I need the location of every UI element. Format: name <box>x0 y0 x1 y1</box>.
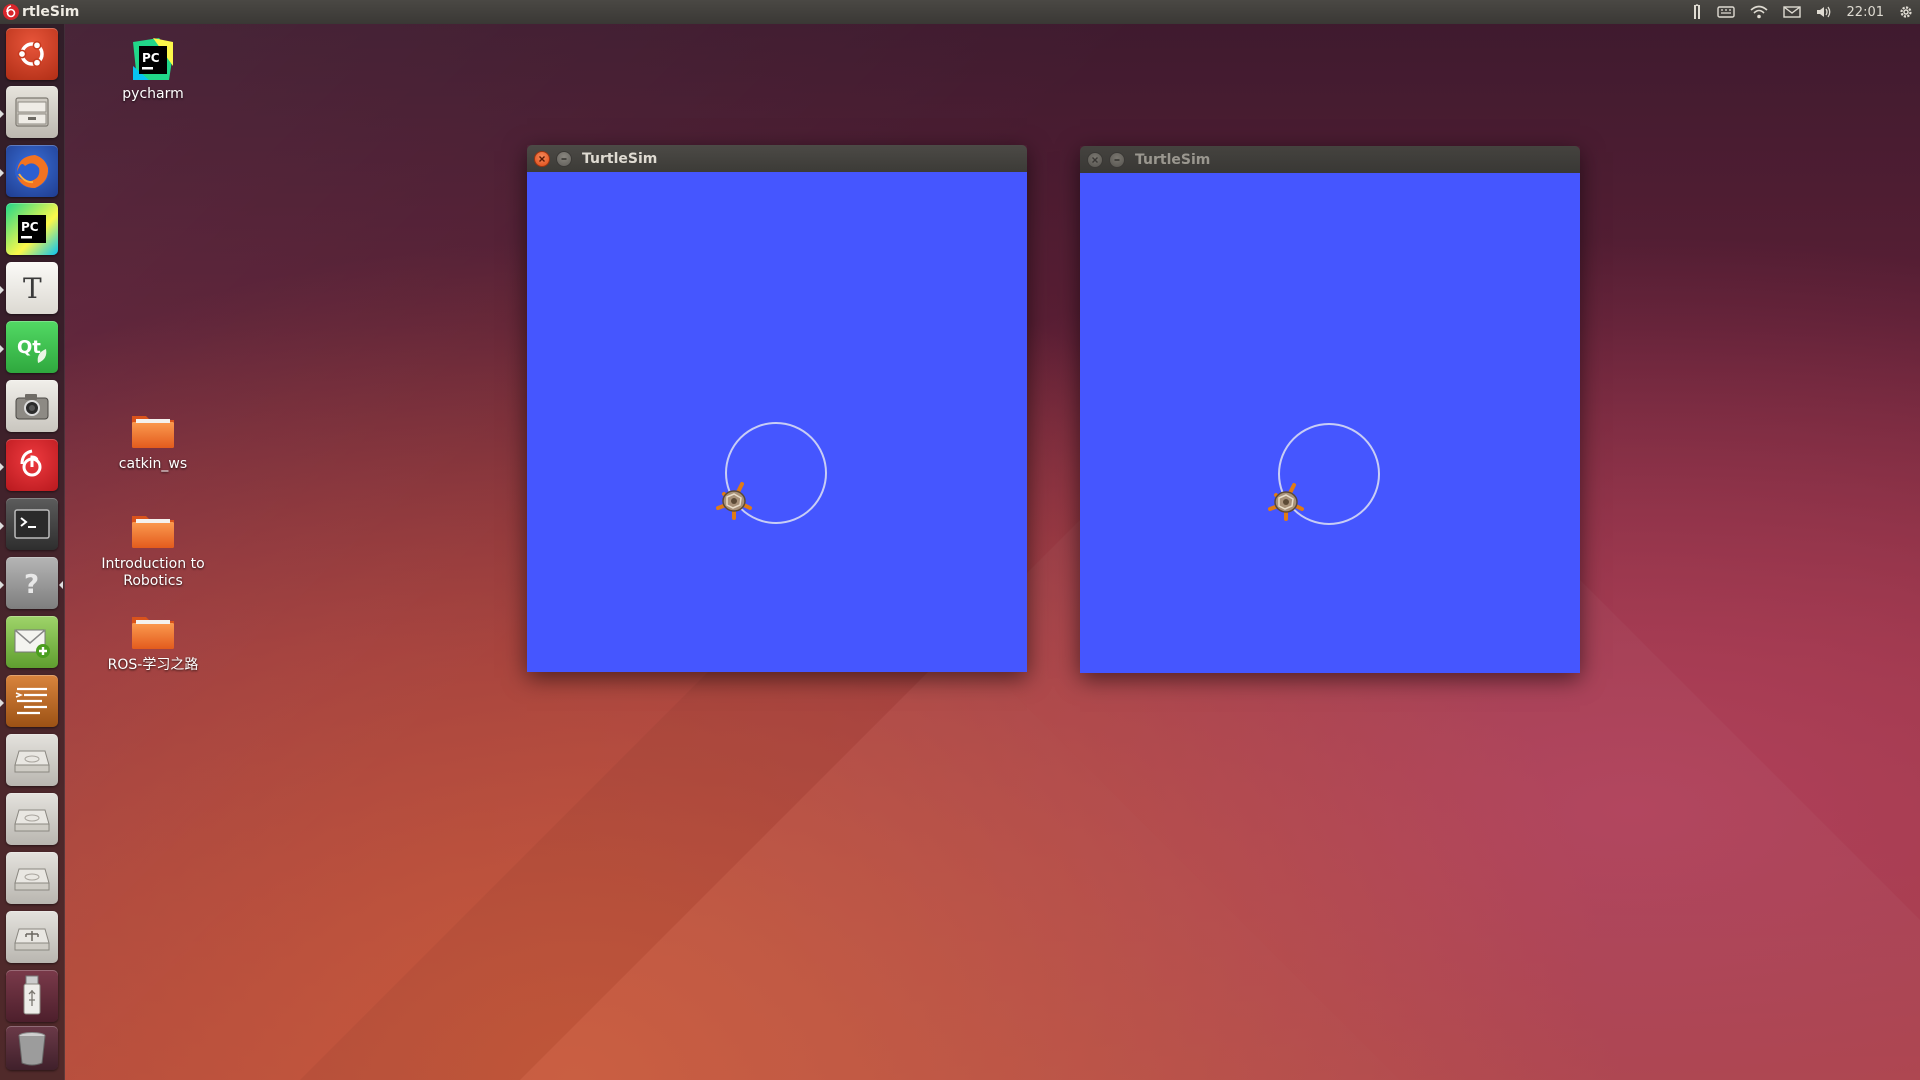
window-title: TurtleSim <box>1135 151 1211 168</box>
launcher-drive-3[interactable] <box>6 852 58 904</box>
desktop-icon-label: ROS-学习之路 <box>107 657 199 673</box>
launcher-qt-creator[interactable]: Qt <box>6 321 58 373</box>
turtle-trail <box>1278 423 1380 525</box>
running-indicator <box>0 581 4 589</box>
desktop-icon-label: Introduction to Robotics <box>101 556 205 589</box>
desktop-icon-label: catkin_ws <box>118 456 188 472</box>
turtle-trail <box>725 422 827 524</box>
folder-icon <box>132 617 174 649</box>
launcher-terminal[interactable] <box>6 498 58 550</box>
text-editor-icon: T <box>23 272 42 305</box>
turtle-icon <box>1268 483 1304 521</box>
qt-icon: Qt <box>17 337 47 363</box>
netease-music-icon <box>20 449 42 477</box>
running-indicator <box>0 522 4 530</box>
settings-icon[interactable] <box>1898 4 1914 20</box>
launcher-sublime[interactable] <box>6 675 58 727</box>
camera-icon <box>15 394 49 420</box>
clock[interactable]: 22:01 <box>1847 5 1884 20</box>
top-panel: rtleSim 22:01 <box>0 0 1920 24</box>
minimize-icon <box>561 157 567 160</box>
desktop-icon-ros-learning[interactable]: ROS-学习之路 <box>93 611 213 674</box>
file-cabinet-icon <box>15 97 49 127</box>
mail-icon[interactable] <box>1782 5 1801 19</box>
close-icon <box>539 155 545 162</box>
launcher-pycharm[interactable]: PC <box>6 203 58 255</box>
launcher-netease-music[interactable] <box>6 439 58 491</box>
window-minimize-button[interactable] <box>556 150 572 167</box>
drive-icon <box>14 750 50 773</box>
window-title: TurtleSim <box>582 150 658 167</box>
launcher-firefox[interactable] <box>6 145 58 197</box>
launcher-help[interactable]: ? <box>6 557 58 609</box>
svg-text:Qt: Qt <box>17 337 41 358</box>
keyboard-icon[interactable] <box>1716 5 1735 19</box>
window-close-button[interactable] <box>534 150 550 167</box>
firefox-icon <box>15 154 49 188</box>
terminal-icon <box>14 509 50 539</box>
drive-icon <box>14 868 50 891</box>
close-icon <box>1092 156 1098 163</box>
window-titlebar[interactable]: TurtleSim <box>1080 146 1580 173</box>
running-indicator <box>0 110 4 118</box>
wifi-icon[interactable] <box>1749 5 1769 19</box>
ubuntu-logo-icon <box>17 40 44 68</box>
launcher-files[interactable] <box>6 86 58 138</box>
turtle-icon <box>716 482 752 520</box>
launcher-text-editor[interactable]: T <box>6 262 58 314</box>
window-titlebar[interactable]: TurtleSim <box>527 145 1027 172</box>
turtlesim-canvas[interactable] <box>1080 173 1580 673</box>
desktop-icon-label: pycharm <box>122 86 184 102</box>
launcher-trash[interactable] <box>6 1026 58 1070</box>
running-indicator <box>0 345 4 353</box>
launcher-network-drive[interactable] <box>6 911 58 963</box>
minimize-icon <box>1114 158 1120 161</box>
svg-text:PC: PC <box>21 220 39 234</box>
launcher-usb-drive[interactable] <box>6 970 58 1022</box>
turtlesim-canvas[interactable] <box>527 172 1027 672</box>
active-indicator <box>59 581 63 589</box>
folder-icon <box>132 516 174 548</box>
svg-text:?: ? <box>24 570 39 600</box>
network-drive-icon <box>14 928 50 951</box>
launcher-ubuntu-dash[interactable] <box>6 28 58 80</box>
launcher-drive-2[interactable] <box>6 793 58 845</box>
mail-add-icon <box>14 629 50 658</box>
launcher-mail-app[interactable] <box>6 616 58 668</box>
running-indicator <box>0 286 4 294</box>
netease-music-icon[interactable] <box>2 3 20 21</box>
volume-icon[interactable] <box>1815 5 1833 19</box>
svg-text:T: T <box>23 272 42 305</box>
desktop-icon-introduction-to-robotics[interactable]: Introduction to Robotics <box>93 510 213 590</box>
launcher-drive-1[interactable] <box>6 734 58 786</box>
window-minimize-button[interactable] <box>1109 151 1125 168</box>
desktop-icon-pycharm[interactable]: PC pycharm <box>93 36 213 103</box>
usb-icon <box>23 975 41 1015</box>
svg-text:PC: PC <box>142 51 160 65</box>
window-close-button[interactable] <box>1087 151 1103 168</box>
launcher-screenshot[interactable] <box>6 380 58 432</box>
active-app-title: rtleSim <box>22 4 80 20</box>
desktop-icon-catkin-ws[interactable]: catkin_ws <box>93 410 213 473</box>
keyboard-input-icon[interactable] <box>1691 3 1703 21</box>
pycharm-icon: PC <box>133 38 173 80</box>
trash-icon <box>18 1032 46 1066</box>
turtlesim-window-2[interactable]: TurtleSim <box>1080 146 1580 673</box>
running-indicator <box>0 699 4 707</box>
help-icon: ? <box>24 570 39 600</box>
folder-icon <box>132 416 174 448</box>
launcher: PC T Qt ? <box>0 24 65 1080</box>
running-indicator <box>0 463 4 471</box>
system-tray: 22:01 <box>1691 0 1914 24</box>
pycharm-icon: PC <box>18 215 46 243</box>
turtlesim-window-1[interactable]: TurtleSim <box>527 145 1027 672</box>
running-indicator <box>0 169 4 177</box>
drive-icon <box>14 809 50 832</box>
text-lines-icon <box>15 687 47 715</box>
